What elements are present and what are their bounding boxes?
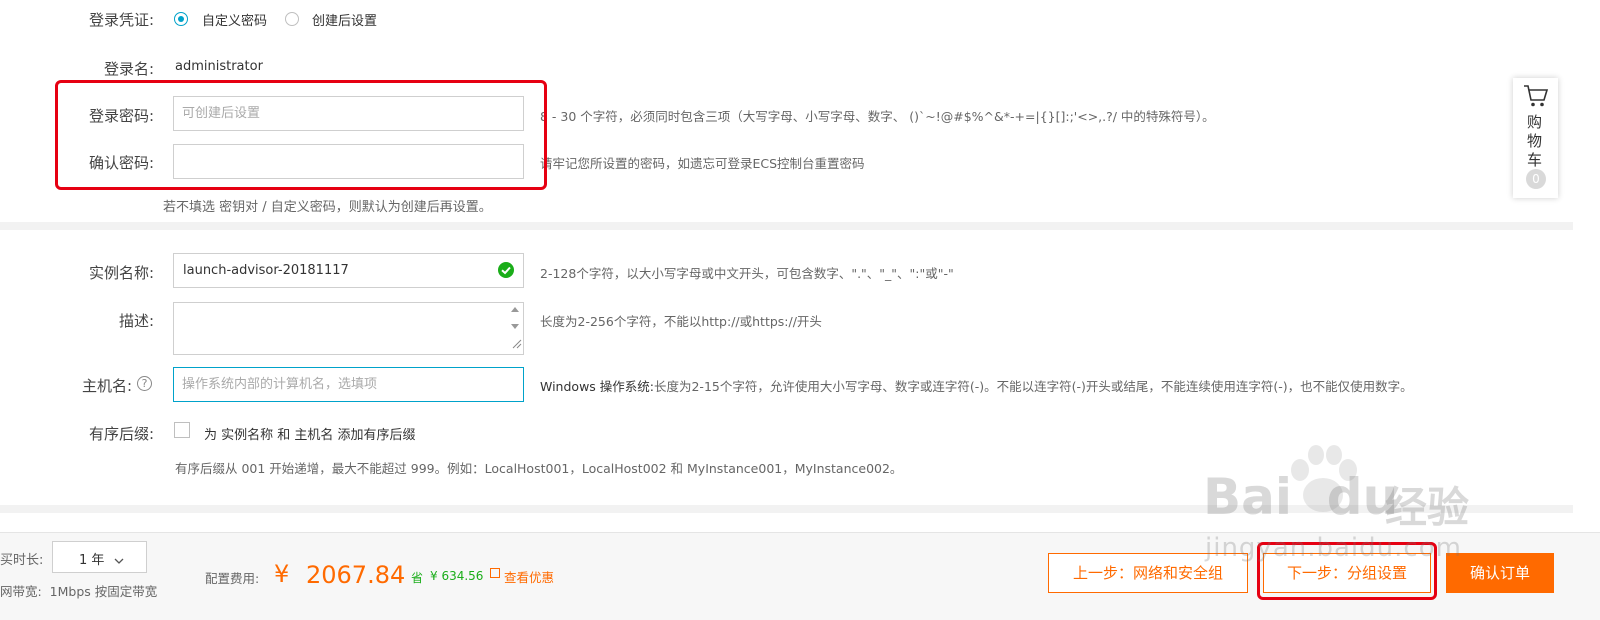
ordered-suffix-checkbox[interactable] (174, 422, 190, 438)
duration-value: 1 年 (79, 553, 105, 568)
discount-link[interactable]: 查看优惠 (504, 567, 554, 586)
radio-custom-password[interactable] (174, 12, 188, 26)
instance-name-field[interactable]: launch-advisor-20181117 (173, 253, 524, 288)
price-value: 2067.84 (306, 561, 406, 589)
cart-label-1: 购 (1527, 113, 1543, 131)
login-name-label: 登录名: (103, 60, 154, 78)
radio-set-later-label[interactable]: 创建后设置 (312, 10, 377, 29)
hostname-hint-line: Windows 操作系统:长度为2-15个字符，允许使用大小写字母、数字或连字符… (540, 376, 1413, 395)
confirm-order-button[interactable]: 确认订单 (1446, 553, 1554, 593)
chevron-down-icon (114, 551, 124, 570)
ordered-suffix-label: 有序后缀: (88, 425, 154, 443)
fee-label: 配置费用: (205, 571, 260, 586)
radio-set-later[interactable] (285, 12, 299, 26)
radio-custom-password-label[interactable]: 自定义密码 (202, 10, 267, 29)
watermark-url: jingyan.baidu.com (1205, 533, 1462, 563)
save-amount: ¥ 634.56 (430, 569, 484, 583)
instance-name-hint: 2-128个字符，以大小写字母或中文开头，可包含数字、"."、"_"、":"或"… (540, 266, 954, 281)
scroll-up-icon[interactable] (511, 307, 519, 312)
save-label: 省 (411, 571, 424, 585)
credential-label: 登录凭证: (88, 11, 154, 29)
ordered-suffix-note: 有序后缀从 001 开始递增，最大不能超过 999。例如：LocalHost00… (175, 461, 903, 476)
gift-icon (490, 568, 500, 578)
hostname-label: 主机名: (81, 377, 132, 395)
highlight-box-password (55, 80, 547, 190)
cart-icon (1523, 84, 1549, 112)
instance-name-value: launch-advisor-20181117 (183, 263, 349, 278)
valid-check-icon (498, 262, 514, 278)
login-name-value: administrator (175, 59, 263, 74)
cart-label-2: 物 (1527, 132, 1543, 150)
description-textarea[interactable] (173, 302, 524, 355)
hostname-hint: 长度为2-15个字符，允许使用大小写字母、数字或连字符(-)。不能以连字符(-)… (653, 379, 1413, 394)
instance-name-label: 实例名称: (88, 264, 154, 282)
resize-handle-icon[interactable] (510, 334, 522, 353)
hostname-hint-os: Windows 操作系统: (540, 379, 654, 394)
scroll-down-icon[interactable] (511, 324, 519, 329)
cart-label-3: 车 (1527, 151, 1543, 169)
shopping-cart-widget[interactable]: 购 物 车 0 (1513, 78, 1558, 198)
password-hint: 8 - 30 个字符，必须同时包含三项（大写字母、小写字母、数字、 ()`~!@… (540, 109, 1215, 124)
default-credential-note: 若不填选 密钥对 / 自定义密码，则默认为创建后再设置。 (163, 200, 492, 215)
section-divider-1 (0, 222, 1573, 230)
duration-select[interactable]: 1 年 (52, 541, 147, 573)
watermark-brand: Bai du (1203, 468, 1399, 526)
bandwidth-text: 网带宽: 1Mbps 按固定带宽 (0, 584, 158, 599)
confirm-password-hint: 请牢记您所设置的密码，如遗忘可登录ECS控制台重置密码 (540, 156, 865, 171)
cart-count-badge: 0 (1526, 169, 1546, 189)
description-label: 描述: (118, 312, 154, 330)
help-icon[interactable]: ? (137, 376, 152, 391)
description-hint: 长度为2-256个字符，不能以http://或https://开头 (540, 314, 822, 329)
watermark-brand-cn: 经验 (1385, 483, 1470, 532)
price-currency: ¥ (274, 560, 290, 588)
hostname-input[interactable] (173, 367, 524, 402)
ordered-suffix-checkbox-label[interactable]: 为 实例名称 和 主机名 添加有序后缀 (204, 424, 416, 443)
duration-label: 买时长: (0, 553, 44, 568)
